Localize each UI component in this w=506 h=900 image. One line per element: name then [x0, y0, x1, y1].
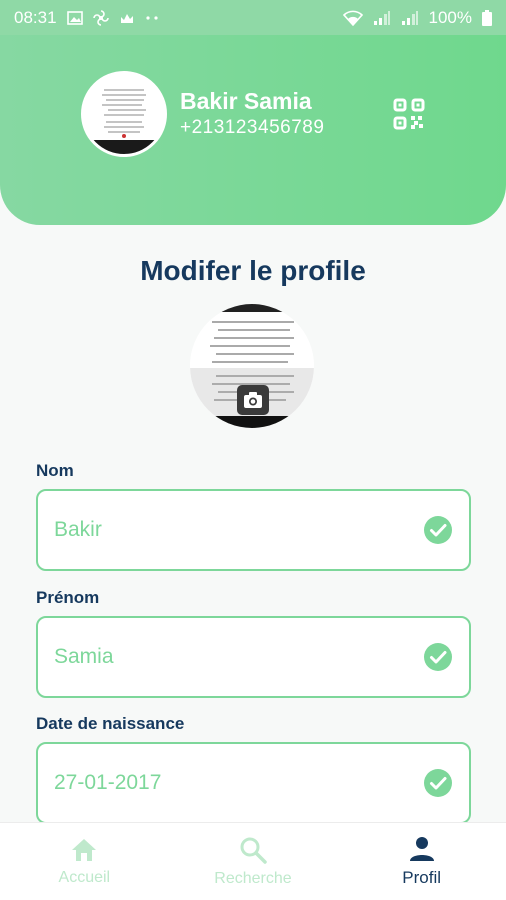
nav-label-recherche: Recherche	[214, 869, 292, 887]
home-icon	[72, 838, 97, 861]
status-right: 100%	[342, 7, 492, 28]
field-nom[interactable]: Bakir	[36, 489, 471, 571]
prenom-input[interactable]: Samia	[54, 645, 423, 669]
search-icon	[240, 837, 267, 864]
label-prenom: Prénom	[36, 588, 100, 607]
nav-accueil[interactable]: Accueil	[9, 837, 159, 887]
nav-recherche[interactable]: Recherche	[178, 836, 328, 888]
change-photo-button[interactable]	[237, 385, 269, 415]
page-title: Modifer le profile	[140, 255, 366, 286]
camera-icon	[244, 392, 262, 408]
nav-profil[interactable]: Profil	[347, 836, 497, 888]
status-left: 08:31	[14, 8, 159, 28]
bottom-nav: Accueil Recherche Profil	[0, 822, 506, 900]
check-circle-icon	[424, 643, 452, 671]
nom-input[interactable]: Bakir	[54, 518, 423, 542]
date-naissance-input[interactable]: 27-01-2017	[54, 771, 423, 795]
status-time: 08:31	[14, 7, 57, 27]
label-date-naissance: Date de naissance	[36, 714, 185, 733]
check-circle-icon	[424, 516, 452, 544]
nav-label-accueil: Accueil	[58, 868, 111, 886]
person-icon	[409, 836, 434, 861]
wifi-icon	[342, 10, 363, 26]
qr-code-button[interactable]	[392, 97, 426, 131]
cloud-icon	[119, 12, 135, 24]
avatar-image	[84, 74, 164, 154]
pinwheel-icon	[92, 9, 109, 26]
user-name: Bakir Samia	[180, 88, 312, 114]
field-prenom[interactable]: Samia	[36, 616, 471, 698]
nav-label-profil: Profil	[402, 867, 441, 887]
battery-icon	[482, 9, 492, 26]
battery-percent: 100%	[428, 7, 472, 27]
signal-icon-2	[401, 10, 419, 26]
check-circle-icon	[424, 769, 452, 797]
signal-icon	[373, 10, 391, 26]
more-icon	[145, 15, 159, 20]
qr-code-icon	[393, 98, 425, 130]
field-date-naissance[interactable]: 27-01-2017	[36, 742, 471, 824]
user-phone: +213123456789	[180, 117, 325, 138]
avatar[interactable]	[81, 71, 167, 157]
profile-header: Bakir Samia +213123456789	[0, 35, 506, 225]
image-icon	[66, 10, 83, 25]
status-bar: 08:31 100%	[0, 0, 506, 35]
label-nom: Nom	[36, 461, 74, 480]
